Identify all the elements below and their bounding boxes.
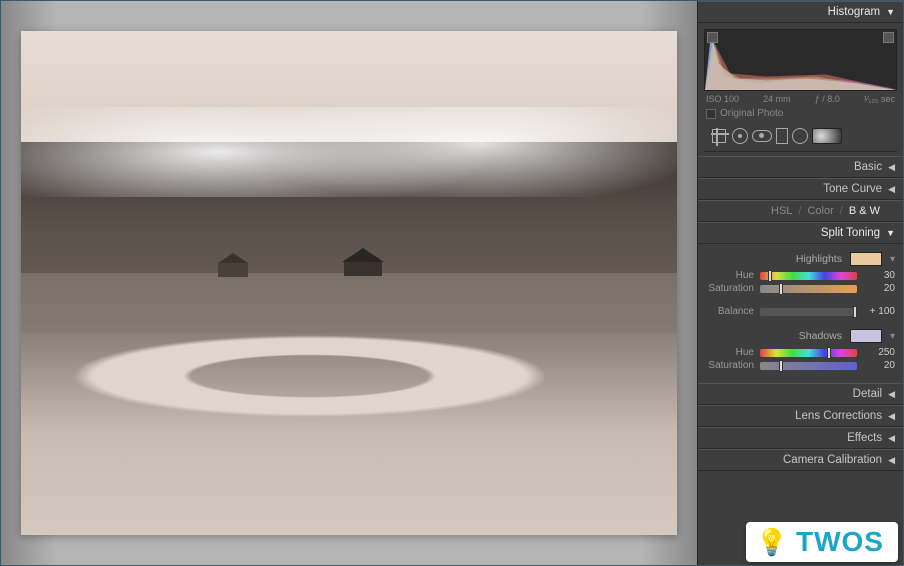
panel-label: Split Toning <box>821 227 880 239</box>
shadows-hue-row: Hue 250 <box>706 347 895 358</box>
panel-header-basic[interactable]: Basic <box>698 156 903 178</box>
highlights-saturation-row: Saturation 20 <box>706 283 895 294</box>
histogram-metadata: ISO 100 24 mm ƒ / 8.0 ¹⁄₁₂₅ sec <box>704 91 897 104</box>
photo-preview[interactable] <box>21 31 677 535</box>
balance-row: Balance + 100 <box>706 306 895 317</box>
disclosure-down-icon <box>886 228 895 238</box>
slider-value[interactable]: + 100 <box>863 306 895 317</box>
slider-value[interactable]: 20 <box>863 283 895 294</box>
lightbulb-icon: 💡 <box>756 527 788 558</box>
shadows-hue-slider[interactable] <box>760 349 857 357</box>
photo-clouds <box>21 107 677 198</box>
disclosure-left-icon <box>888 411 895 422</box>
slider-value[interactable]: 20 <box>863 360 895 371</box>
original-photo-row[interactable]: Original Photo <box>704 104 897 123</box>
develop-right-panel: Histogram ISO 100 24 mm ƒ / 8.0 ¹⁄₁₂₅ se… <box>697 1 903 565</box>
slider-label: Hue <box>706 270 754 281</box>
hsl-tab-hsl[interactable]: HSL <box>768 205 795 217</box>
slider-label: Saturation <box>706 360 754 371</box>
slider-label: Hue <box>706 347 754 358</box>
watermark-text: TWOS <box>796 526 884 558</box>
panel-label: Basic <box>854 161 882 173</box>
separator: / <box>837 205 846 217</box>
hsl-tab-bw[interactable]: B & W <box>846 205 883 217</box>
panel-header-camera-calibration[interactable]: Camera Calibration <box>698 449 903 471</box>
graduated-filter-tool-icon[interactable] <box>776 128 788 144</box>
shadows-color-swatch[interactable] <box>850 329 882 343</box>
crop-tool-icon[interactable] <box>712 129 726 143</box>
highlights-hue-slider[interactable] <box>760 272 857 280</box>
highlights-hue-row: Hue 30 <box>706 270 895 281</box>
panel-header-histogram[interactable]: Histogram <box>698 1 903 23</box>
radial-filter-tool-icon[interactable] <box>792 128 808 144</box>
spot-removal-tool-icon[interactable] <box>732 128 748 144</box>
slider-value[interactable]: 30 <box>863 270 895 281</box>
slider-label: Saturation <box>706 283 754 294</box>
disclosure-down-icon <box>886 7 895 17</box>
hsl-tab-color[interactable]: Color <box>804 205 836 217</box>
panel-label: Camera Calibration <box>783 454 882 466</box>
watermark-badge: 💡 TWOS <box>746 522 898 562</box>
disclosure-left-icon <box>888 455 895 466</box>
histogram-section: ISO 100 24 mm ƒ / 8.0 ¹⁄₁₂₅ sec Original… <box>698 23 903 156</box>
adjustment-brush-tool-icon[interactable] <box>812 128 842 144</box>
meta-aperture: ƒ / 8.0 <box>815 94 840 104</box>
meta-shutter: ¹⁄₁₂₅ sec <box>864 94 895 104</box>
redeye-tool-icon[interactable] <box>752 130 772 142</box>
highlights-saturation-slider[interactable] <box>760 285 857 293</box>
split-toning-body: Highlights ▾ Hue 30 Saturation 20 Balanc… <box>698 244 903 383</box>
disclosure-left-icon <box>888 162 895 173</box>
shadow-clipping-indicator[interactable] <box>707 32 718 43</box>
app-window: Histogram ISO 100 24 mm ƒ / 8.0 ¹⁄₁₂₅ se… <box>0 0 904 566</box>
canvas-area <box>1 1 697 565</box>
histogram-svg <box>705 30 896 90</box>
color-picker-icon[interactable]: ▾ <box>890 254 895 265</box>
panel-header-detail[interactable]: Detail <box>698 383 903 405</box>
balance-slider[interactable] <box>760 308 857 316</box>
original-photo-label: Original Photo <box>720 108 783 119</box>
shadows-saturation-row: Saturation 20 <box>706 360 895 371</box>
shadows-label: Shadows <box>706 330 842 342</box>
panel-header-hsl[interactable]: HSL / Color / B & W <box>698 200 903 222</box>
panel-header-effects[interactable]: Effects <box>698 427 903 449</box>
disclosure-left-icon <box>888 389 895 400</box>
panel-label: Tone Curve <box>823 183 882 195</box>
highlights-subheader: Highlights ▾ <box>706 252 895 266</box>
highlights-label: Highlights <box>706 253 842 265</box>
panel-label: Effects <box>847 432 882 444</box>
histogram-chart[interactable] <box>704 29 897 91</box>
shadows-subheader: Shadows ▾ <box>706 329 895 343</box>
color-picker-icon[interactable]: ▾ <box>890 331 895 342</box>
meta-iso: ISO 100 <box>706 94 739 104</box>
panel-header-lens-corrections[interactable]: Lens Corrections <box>698 405 903 427</box>
shadows-saturation-slider[interactable] <box>760 362 857 370</box>
highlight-clipping-indicator[interactable] <box>883 32 894 43</box>
photo-road <box>21 308 677 535</box>
tool-strip <box>704 123 897 152</box>
meta-focal: 24 mm <box>763 94 791 104</box>
highlights-color-swatch[interactable] <box>850 252 882 266</box>
disclosure-left-icon <box>888 184 895 195</box>
slider-value[interactable]: 250 <box>863 347 895 358</box>
disclosure-left-icon <box>888 433 895 444</box>
panel-label: Histogram <box>828 6 880 18</box>
photo-barn <box>218 263 248 277</box>
checkbox-icon[interactable] <box>706 109 716 119</box>
separator: / <box>795 205 804 217</box>
panel-label: Lens Corrections <box>795 410 882 422</box>
panel-header-tone-curve[interactable]: Tone Curve <box>698 178 903 200</box>
photo-house <box>342 248 384 276</box>
slider-label: Balance <box>706 306 754 317</box>
panel-label: Detail <box>853 388 882 400</box>
panel-header-split-toning[interactable]: Split Toning <box>698 222 903 244</box>
